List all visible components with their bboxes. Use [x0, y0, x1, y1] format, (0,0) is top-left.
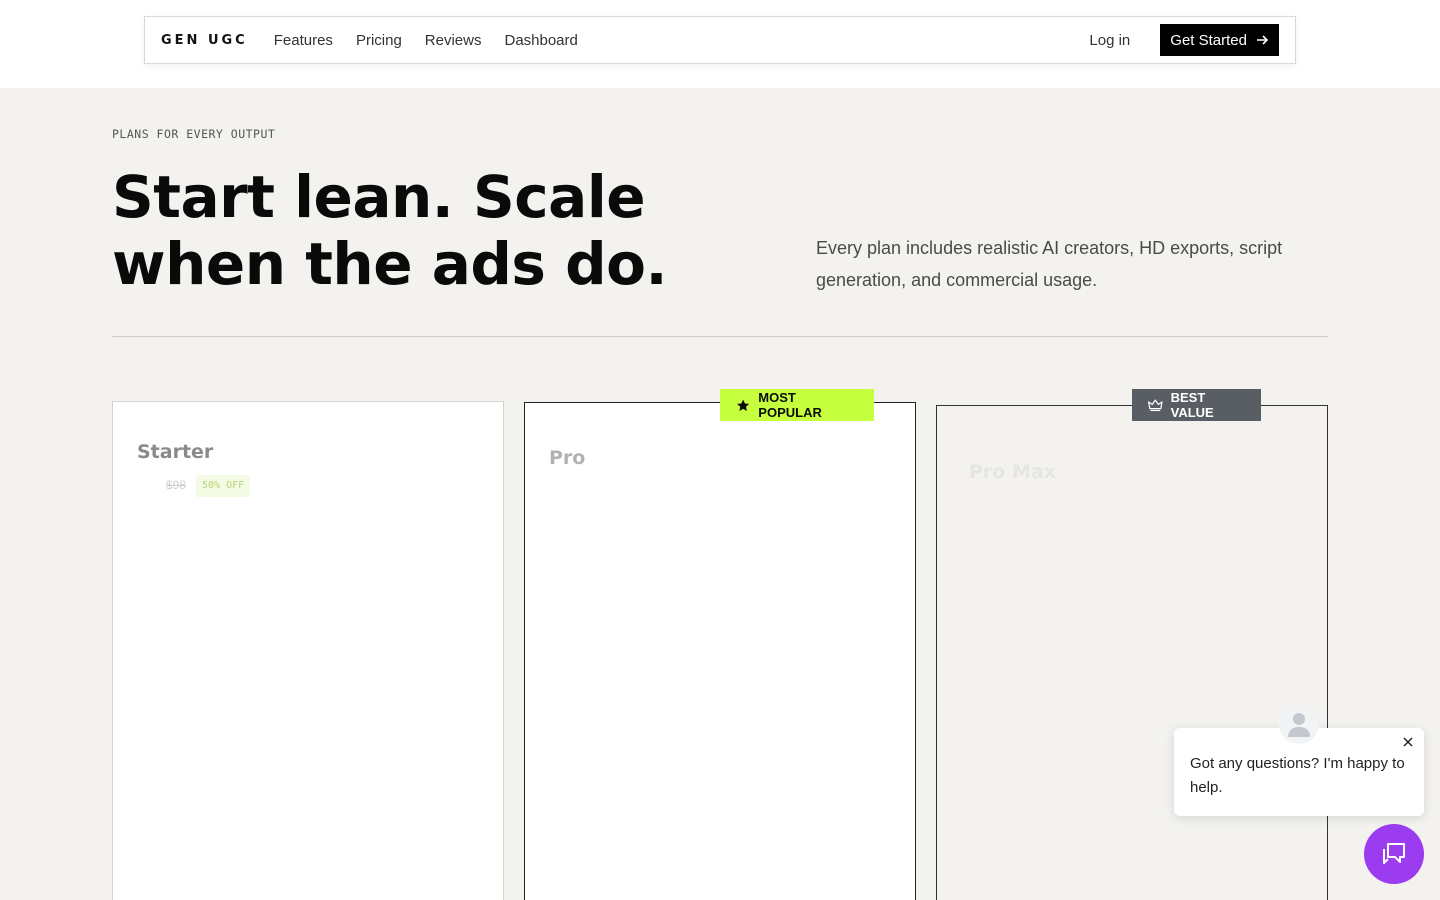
- plan-card-starter: Starter $98 50% OFF: [112, 401, 504, 900]
- nav-actions: Log in Get Started: [1089, 24, 1279, 56]
- badge-label: BEST VALUE: [1170, 390, 1214, 420]
- badge-label: MOST POPULAR: [758, 390, 822, 420]
- get-started-button[interactable]: Get Started: [1160, 24, 1279, 56]
- original-price: $98: [166, 478, 187, 492]
- plan-name: Starter: [137, 441, 214, 463]
- plan-card-pro: Pro: [524, 402, 916, 900]
- chat-launcher-button[interactable]: [1364, 824, 1424, 884]
- login-link[interactable]: Log in: [1089, 32, 1130, 49]
- plan-card-pro-max: Pro Max: [936, 405, 1328, 900]
- user-avatar-icon: [1288, 713, 1310, 737]
- get-started-label: Get Started: [1170, 31, 1247, 49]
- chat-message-text: Got any questions? I'm happy to help.: [1190, 755, 1405, 796]
- nav-link-pricing[interactable]: Pricing: [356, 32, 402, 49]
- best-value-badge: BEST VALUE: [1132, 389, 1261, 421]
- nav-link-dashboard[interactable]: Dashboard: [504, 32, 577, 49]
- star-icon: [737, 399, 750, 411]
- eyebrow-label: PLANS FOR EVERY OUTPUT: [112, 127, 276, 141]
- most-popular-badge: MOST POPULAR: [720, 389, 874, 421]
- nav-links: Features Pricing Reviews Dashboard: [274, 32, 578, 49]
- page-headline: Start lean. Scale when the ads do.: [112, 163, 668, 298]
- discount-badge: 50% OFF: [196, 475, 251, 497]
- close-icon[interactable]: [1400, 734, 1416, 750]
- nav-link-features[interactable]: Features: [274, 32, 333, 49]
- navbar: GEN UGC Features Pricing Reviews Dashboa…: [144, 16, 1296, 64]
- logo[interactable]: GEN UGC: [161, 33, 248, 48]
- chat-avatar: [1279, 704, 1319, 744]
- plan-name: Pro Max: [969, 461, 1056, 483]
- nav-link-reviews[interactable]: Reviews: [425, 32, 482, 49]
- crown-icon: [1148, 399, 1163, 412]
- plan-name: Pro: [549, 447, 586, 469]
- chat-icon: [1383, 843, 1405, 864]
- arrow-right-icon: [1257, 35, 1269, 45]
- section-divider: [112, 336, 1328, 337]
- hero-subcopy: Every plan includes realistic AI creator…: [816, 238, 1283, 290]
